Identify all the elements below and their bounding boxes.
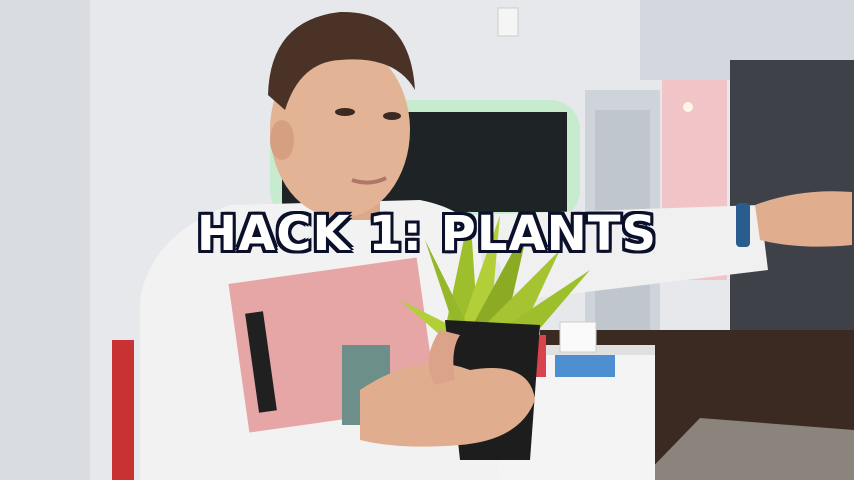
book-on-stand: [555, 355, 615, 377]
eye-left: [335, 108, 355, 116]
video-caption: HACK 1: PLANTS: [196, 206, 658, 262]
eye-right: [383, 112, 401, 120]
wall-sensor: [497, 7, 519, 37]
speaker-box: [559, 321, 597, 353]
video-frame: HACK 1: PLANTS: [0, 0, 854, 480]
red-ladder: [112, 340, 134, 480]
ear: [270, 120, 294, 160]
ceiling-light: [683, 102, 693, 112]
